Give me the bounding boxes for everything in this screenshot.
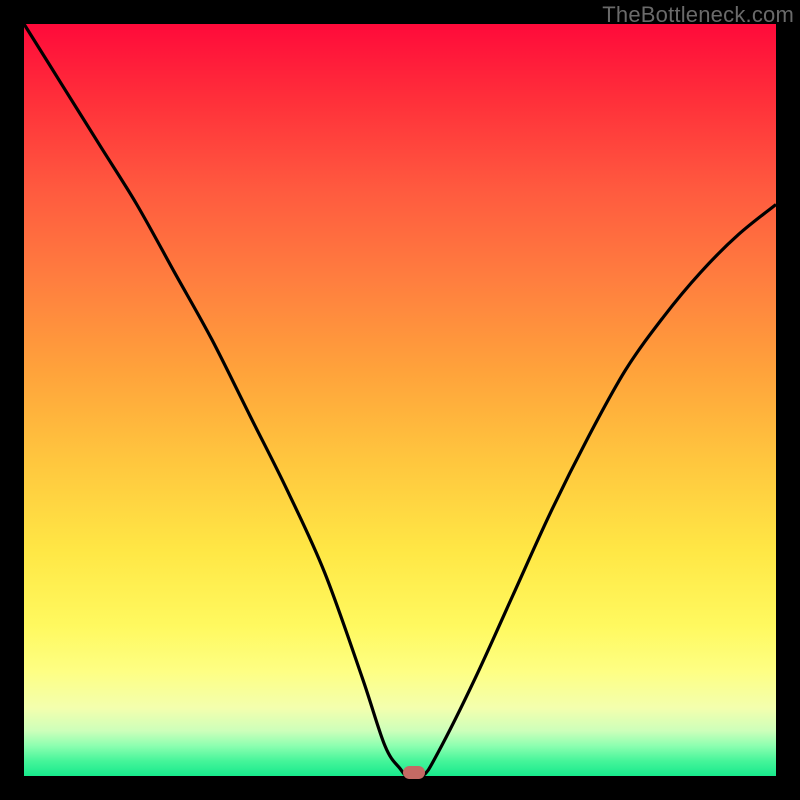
optimal-marker xyxy=(403,766,425,779)
plot-area xyxy=(24,24,776,776)
watermark-text: TheBottleneck.com xyxy=(602,2,794,28)
curve-path xyxy=(24,24,776,778)
bottleneck-curve xyxy=(24,24,776,776)
chart-frame: TheBottleneck.com xyxy=(0,0,800,800)
